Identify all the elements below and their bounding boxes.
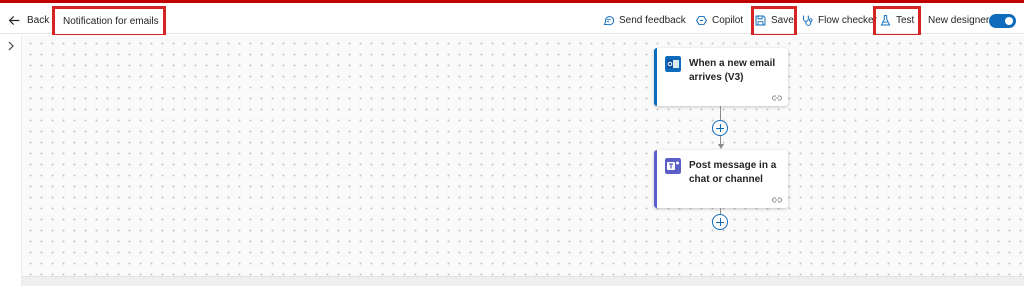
trigger-card[interactable]: When a new email arrives (V3) bbox=[654, 48, 788, 106]
card-accent bbox=[654, 150, 657, 208]
new-designer-toggle[interactable] bbox=[989, 14, 1016, 28]
copilot-button[interactable]: Copilot bbox=[695, 12, 743, 28]
action-card-label: Post message in a chat or channel bbox=[689, 160, 777, 185]
save-highlight-box bbox=[751, 6, 797, 37]
flow-title: Notification for emails bbox=[63, 16, 159, 27]
canvas-bottom-bar bbox=[22, 276, 1024, 286]
add-step-button[interactable] bbox=[712, 214, 728, 230]
flow-title-field[interactable]: Notification for emails bbox=[52, 6, 166, 37]
action-card[interactable]: Post message in a chat or channel bbox=[654, 150, 788, 208]
new-designer-label-wrap: New designer bbox=[928, 12, 989, 28]
feedback-icon bbox=[603, 15, 615, 25]
arrow-left-icon bbox=[8, 15, 20, 25]
send-feedback-label: Send feedback bbox=[619, 14, 686, 26]
flow-checker-button[interactable]: Flow checker bbox=[801, 12, 877, 28]
outlook-icon bbox=[665, 56, 681, 72]
connector-line bbox=[720, 106, 721, 120]
link-icon bbox=[772, 197, 782, 203]
arrow-down-icon bbox=[717, 144, 724, 149]
toggle-knob bbox=[1005, 17, 1013, 25]
copilot-label: Copilot bbox=[712, 14, 744, 26]
designer-canvas[interactable] bbox=[22, 35, 1024, 286]
left-panel-collapsed bbox=[0, 35, 22, 286]
stethoscope-icon bbox=[802, 15, 813, 26]
back-button[interactable]: Back bbox=[8, 11, 49, 29]
back-label: Back bbox=[27, 14, 50, 26]
flow-checker-label: Flow checker bbox=[818, 14, 877, 26]
top-bar: Back Notification for emails Send feedba… bbox=[0, 0, 1024, 37]
new-designer-label: New designer bbox=[928, 14, 990, 26]
connector-line bbox=[720, 136, 721, 144]
trigger-card-label: When a new email arrives (V3) bbox=[689, 58, 776, 83]
teams-icon bbox=[665, 158, 681, 174]
chevron-right-icon[interactable] bbox=[4, 39, 18, 53]
test-highlight-box bbox=[873, 6, 921, 37]
send-feedback-button[interactable]: Send feedback bbox=[602, 12, 686, 28]
add-step-button[interactable] bbox=[712, 120, 728, 136]
card-accent bbox=[654, 48, 657, 106]
link-icon bbox=[772, 95, 782, 101]
copilot-icon bbox=[696, 15, 707, 25]
